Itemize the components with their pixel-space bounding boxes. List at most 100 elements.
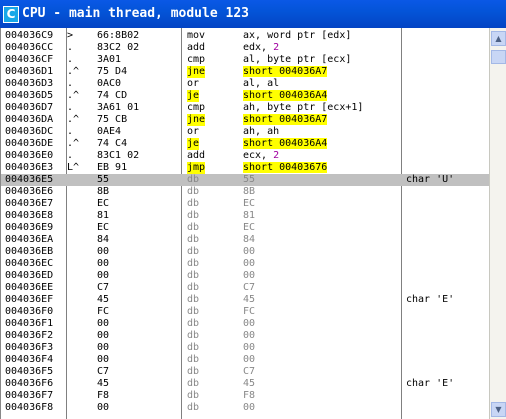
disasm-row[interactable]: 004036F7 F8 db F8 xyxy=(1,390,489,402)
hex-bytes-cell: 81 xyxy=(97,210,110,221)
mnemonic-cell: db xyxy=(187,174,200,185)
mnemonic-cell: db xyxy=(187,390,200,401)
disasm-row[interactable]: 004036F2 00 db 00 xyxy=(1,330,489,342)
disasm-row[interactable]: 004036D1 .^ 75 D4 jne short 004036A7 xyxy=(1,66,489,78)
operands-text: short 004036A4 xyxy=(243,138,328,149)
operands-text: al, al xyxy=(243,78,280,89)
disasm-row[interactable]: 004036C9 >66:8B02 mov ax, word ptr [edx] xyxy=(1,30,489,42)
hex-bytes-cell: 55 xyxy=(97,174,110,185)
disasm-row[interactable]: 004036E0. 83C1 02 add ecx, 2 xyxy=(1,150,489,162)
disasm-row[interactable]: 004036F6 45 db 45 char 'E' xyxy=(1,378,489,390)
operands-text: 84 xyxy=(243,234,256,245)
hex-bytes-cell: 00 xyxy=(97,342,110,353)
disasm-row[interactable]: 004036E5 55 db 55 char 'U' xyxy=(1,174,489,186)
disasm-row[interactable]: 004036E9 EC db EC xyxy=(1,222,489,234)
mnemonic-cell: db xyxy=(187,198,200,209)
hex-bytes-cell: 8B xyxy=(97,186,110,197)
disasm-row[interactable]: 004036EA 84 db 84 xyxy=(1,234,489,246)
hex-bytes-cell: 00 xyxy=(97,330,110,341)
disasm-row[interactable]: 004036EB 00 db 00 xyxy=(1,246,489,258)
operands-cell: ah, byte ptr [ecx+1] xyxy=(243,102,363,114)
address-cell: 004036EB xyxy=(5,246,54,257)
operands-text: EC xyxy=(243,222,256,233)
disasm-row[interactable]: 004036E6 8B db 8B xyxy=(1,186,489,198)
disasm-row[interactable]: 004036F5 C7 db C7 xyxy=(1,366,489,378)
operands-cell: EC xyxy=(243,198,255,210)
disasm-row[interactable]: 004036DC. 0AE4 or ah, ah xyxy=(1,126,489,138)
operands-text: 00 xyxy=(243,246,256,257)
mnemonic-cell: db xyxy=(187,306,200,317)
operands-cell: 45 xyxy=(243,294,255,306)
operands-cell: FC xyxy=(243,306,255,318)
disasm-row[interactable]: 004036D7. 3A61 01 cmp ah, byte ptr [ecx+1] xyxy=(1,102,489,114)
operands-text: short 004036A7 xyxy=(243,66,328,77)
operands-text: 00 xyxy=(243,354,256,365)
operands-text: 8B xyxy=(243,186,256,197)
address-cell: 004036DE xyxy=(5,138,54,149)
operands-text: C7 xyxy=(243,282,256,293)
mnemonic-cell: db xyxy=(187,342,200,353)
mnemonic-cell: db xyxy=(187,354,200,365)
hex-bytes-cell: C7 xyxy=(97,366,110,377)
mnemonic-cell: db xyxy=(187,402,200,413)
operands-text: short 004036A7 xyxy=(243,114,328,125)
hex-bytes-cell: 0AC0 xyxy=(97,78,122,89)
hex-bytes-cell: EB 91 xyxy=(97,162,128,173)
scroll-thumb[interactable] xyxy=(491,50,506,64)
operands-cell: C7 xyxy=(243,366,255,378)
disasm-row[interactable]: 004036ED 00 db 00 xyxy=(1,270,489,282)
operands-text: ah, ah xyxy=(243,126,280,137)
operands-text: F8 xyxy=(243,390,256,401)
disasm-row[interactable]: 004036DA .^ 75 CB jne short 004036A7 xyxy=(1,114,489,126)
flow-marker: L^ xyxy=(67,162,80,173)
operands-cell: C7 xyxy=(243,282,255,294)
cpu-window-icon[interactable]: C xyxy=(3,6,19,23)
disasm-row[interactable]: 004036D5 .^ 74 CD je short 004036A4 xyxy=(1,90,489,102)
disasm-row[interactable]: 004036DE .^ 74 C4 je short 004036A4 xyxy=(1,138,489,150)
disasm-row[interactable]: 004036D3. 0AC0 or al, al xyxy=(1,78,489,90)
disasm-row[interactable]: 004036EC 00 db 00 xyxy=(1,258,489,270)
disasm-row[interactable]: 004036F8 00 db 00 xyxy=(1,402,489,414)
disasm-row[interactable]: 004036F4 00 db 00 xyxy=(1,354,489,366)
disasm-row[interactable]: 004036EE C7 db C7 xyxy=(1,282,489,294)
address-cell: 004036F3 xyxy=(5,342,54,353)
operands-text: 45 xyxy=(243,378,256,389)
mnemonic-cell: db xyxy=(187,294,200,305)
address-cell: 004036DC xyxy=(5,126,54,137)
disasm-row[interactable]: 004036F3 00 db 00 xyxy=(1,342,489,354)
disasm-row[interactable]: 004036CF. 3A01 cmp al, byte ptr [ecx] xyxy=(1,54,489,66)
operands-cell: 00 xyxy=(243,246,255,258)
title-bar[interactable]: C CPU - main thread, module 123 xyxy=(0,0,506,28)
address-cell: 004036E3 xyxy=(5,162,54,173)
operands-cell: al, al xyxy=(243,78,279,90)
disasm-row[interactable]: 004036EF 45 db 45 char 'E' xyxy=(1,294,489,306)
comment-cell: char 'U' xyxy=(406,174,455,185)
disasm-row[interactable]: 004036CC. 83C2 02 add edx, 2 xyxy=(1,42,489,54)
mnemonic-cell: db xyxy=(187,330,200,341)
disassembly-pane[interactable]: 004036C9 >66:8B02 mov ax, word ptr [edx] 004… xyxy=(0,28,506,419)
operands-text: ah, byte ptr [ecx+1] xyxy=(243,102,364,113)
disasm-row[interactable]: 004036E3 L^ EB 91 jmp short 00403676 xyxy=(1,162,489,174)
vertical-scrollbar[interactable]: ▲ ▼ xyxy=(489,28,506,419)
scroll-down-arrow-icon[interactable]: ▼ xyxy=(491,402,506,417)
flow-marker: . xyxy=(67,102,74,113)
flow-marker: .^ xyxy=(67,66,80,77)
flow-marker: .^ xyxy=(67,138,80,149)
flow-marker: . xyxy=(67,54,74,65)
disasm-row[interactable]: 004036F1 00 db 00 xyxy=(1,318,489,330)
hex-bytes-cell: F8 xyxy=(97,390,110,401)
disasm-row[interactable]: 004036F0 FC db FC xyxy=(1,306,489,318)
mnemonic-cell: db xyxy=(187,318,200,329)
hex-bytes-cell: 75 CB xyxy=(97,114,128,125)
operands-text: 00 xyxy=(243,330,256,341)
operands-cell: 00 xyxy=(243,318,255,330)
hex-bytes-cell: 0AE4 xyxy=(97,126,122,137)
address-cell: 004036ED xyxy=(5,270,54,281)
scroll-up-arrow-icon[interactable]: ▲ xyxy=(491,31,506,46)
disasm-row[interactable]: 004036E8 81 db 81 xyxy=(1,210,489,222)
flow-marker: . xyxy=(67,42,74,53)
operands-text: 00 xyxy=(243,342,256,353)
disasm-row[interactable]: 004036E7 EC db EC xyxy=(1,198,489,210)
address-cell: 004036E9 xyxy=(5,222,54,233)
disassembly-listing[interactable]: 004036C9 >66:8B02 mov ax, word ptr [edx] 004… xyxy=(1,30,489,414)
